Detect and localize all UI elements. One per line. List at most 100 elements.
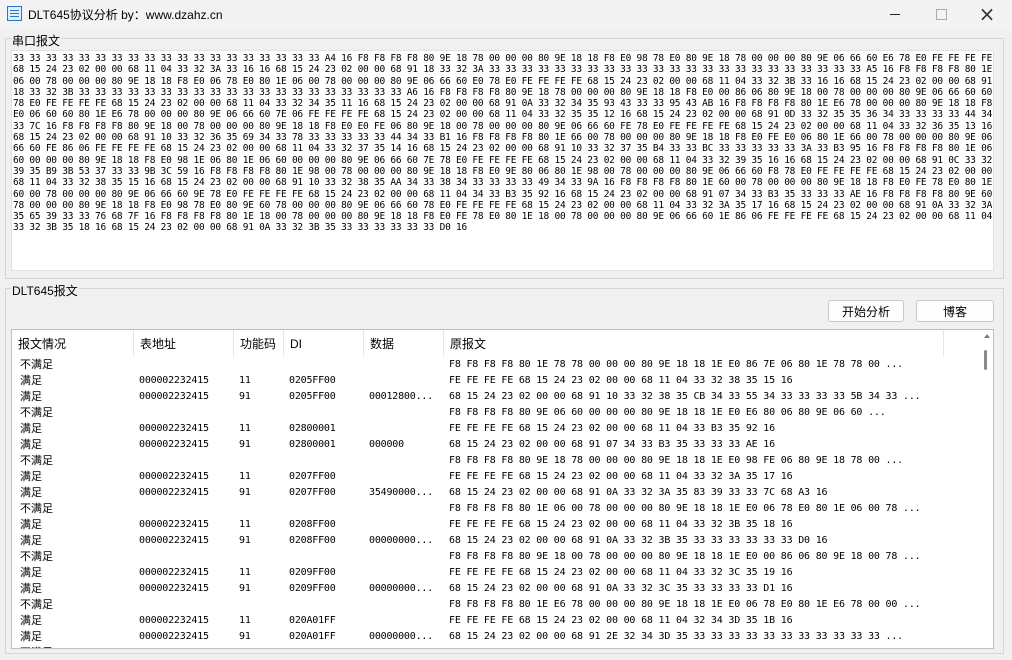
row-raw: 68 15 24 23 02 00 00 68 91 10 33 32 38 3… — [449, 391, 921, 402]
row-address: 000002232415 — [139, 567, 209, 578]
table-row[interactable]: 满足 000002232415 91 0208FF00 00000000... 68 15… — [12, 533, 972, 549]
column-header-function-code[interactable]: 功能码 — [234, 330, 284, 357]
table-row[interactable]: 满足 000002232415 11 020A01FF FE FE FE FE 68 1… — [12, 613, 972, 629]
row-status: 满足 — [20, 519, 42, 531]
row-function-code: 11 — [239, 567, 251, 578]
row-di: 0207FF00 — [289, 487, 336, 498]
row-function-code: 11 — [239, 519, 251, 530]
row-status: 满足 — [20, 423, 42, 435]
row-raw: F8 F8 F8 F8 80 1E E6 78 00 00 00 80 9E 1… — [449, 599, 921, 610]
table-row[interactable]: 满足 000002232415 11 0207FF00 FE FE FE FE 68 1… — [12, 469, 972, 485]
row-data: 000000 — [369, 439, 404, 450]
table-row[interactable]: 不满足 F8 F8 F8 F8 80 1E 06 00 78 00 00 00 8… — [12, 501, 972, 517]
serial-group-label: 串口报文 — [11, 32, 62, 49]
row-status: 不满足 — [20, 407, 53, 419]
table-row[interactable]: 不满足 F8 F8 F8 F8 80 1E 78 78 00 00 00 80 9… — [12, 357, 972, 373]
row-address: 000002232415 — [139, 583, 209, 594]
column-header-address[interactable]: 表地址 — [134, 330, 234, 357]
row-address: 000002232415 — [139, 439, 209, 450]
row-raw: FE FE FE FE 68 15 24 23 02 00 00 68 11 0… — [449, 471, 793, 482]
row-address: 000002232415 — [139, 615, 209, 626]
row-raw: 68 15 24 23 02 00 00 68 91 0A 33 32 3B 3… — [449, 535, 828, 546]
row-function-code: 91 — [239, 631, 251, 642]
table-row[interactable]: 不满足 F8 F8 F8 F8 80 9E 06 60 00 00 00 80 9… — [12, 405, 972, 421]
row-status: 满足 — [20, 631, 42, 643]
table-body: 不满足 F8 F8 F8 F8 80 1E 78 78 00 00 00 80 9… — [12, 357, 972, 648]
row-raw: F8 F8 F8 F8 80 9E 18 00 78 00 00 00 80 9… — [449, 551, 921, 562]
row-status: 满足 — [20, 471, 42, 483]
table-row[interactable]: 不满足 F8 F8 F8 F8 80 9E 18 78 00 00 00 80 9… — [12, 453, 972, 469]
row-function-code: 11 — [239, 375, 251, 386]
row-address: 000002232415 — [139, 391, 209, 402]
table-row[interactable]: 不满足 F8 F8 F8 F8 80 9E 18 00 78 00 00 00 8… — [12, 549, 972, 565]
row-function-code: 11 — [239, 423, 251, 434]
row-raw: F8 F8 F8 F8 80 1E 78 78 00 00 00 80 9E 1… — [449, 359, 903, 370]
row-di: 0208FF00 — [289, 535, 336, 546]
serial-textbox[interactable]: 33 33 33 33 33 33 33 33 33 33 33 33 33 3… — [11, 50, 994, 271]
row-status: 不满足 — [20, 503, 53, 515]
message-table[interactable]: 报文情况 表地址 功能码 DI 数据 原报文 不满足 F8 F8 F8 F8 80… — [11, 329, 994, 649]
row-di: 0205FF00 — [289, 375, 336, 386]
row-di: 020A01FF — [289, 615, 336, 626]
minimize-button[interactable] — [872, 0, 918, 28]
row-di: 0209FF00 — [289, 583, 336, 594]
row-address: 000002232415 — [139, 487, 209, 498]
row-address: 000002232415 — [139, 631, 209, 642]
table-row[interactable]: 满足 000002232415 11 0208FF00 FE FE FE FE 68 1… — [12, 517, 972, 533]
row-status: 满足 — [20, 375, 42, 387]
table-scrollbar[interactable] — [980, 348, 992, 646]
row-data: 00000000... — [369, 535, 434, 546]
serial-text: 33 33 33 33 33 33 33 33 33 33 33 33 33 3… — [13, 53, 993, 234]
column-header-raw[interactable]: 原报文 — [444, 330, 944, 357]
table-row[interactable]: 满足 000002232415 91 0205FF00 00012800... 68 15… — [12, 389, 972, 405]
row-raw: F8 F8 F8 F8 80 9E 06 60 00 00 00 80 9E 1… — [449, 407, 886, 418]
row-data: 00000000... — [369, 583, 434, 594]
maximize-button[interactable] — [918, 0, 964, 28]
column-header-status[interactable]: 报文情况 — [12, 330, 134, 357]
row-data: 35490000... — [369, 487, 434, 498]
table-row[interactable]: 满足 000002232415 91 0207FF00 35490000... 68 15… — [12, 485, 972, 501]
row-raw: FE FE FE FE 68 15 24 23 02 00 00 68 11 0… — [449, 375, 793, 386]
row-address: 000002232415 — [139, 471, 209, 482]
scroll-up-icon[interactable] — [984, 334, 990, 338]
row-di: 0207FF00 — [289, 471, 336, 482]
start-analysis-button[interactable]: 开始分析 — [828, 300, 904, 322]
row-status: 满足 — [20, 615, 42, 627]
row-di: 020A01FF — [289, 631, 336, 642]
row-di: 0209FF00 — [289, 567, 336, 578]
row-function-code: 91 — [239, 439, 251, 450]
minimize-icon — [890, 13, 900, 15]
table-row[interactable]: 满足 000002232415 91 0209FF00 00000000... 68 15… — [12, 581, 972, 597]
row-address: 000002232415 — [139, 519, 209, 530]
table-row[interactable]: 满足 000002232415 11 0205FF00 FE FE FE FE 68 1… — [12, 373, 972, 389]
table-row[interactable]: 满足 000002232415 91 020A01FF 00000000... 68 15… — [12, 629, 972, 645]
blog-button[interactable]: 博客 — [916, 300, 994, 322]
scrollbar-thumb[interactable] — [984, 350, 987, 370]
table-row[interactable]: 满足 000002232415 11 0209FF00 FE FE FE FE 68 1… — [12, 565, 972, 581]
table-row[interactable]: 不满足 F8 F8 F8 F8 80 1E E6 78 00 00 00 80 9… — [12, 597, 972, 613]
row-status: 不满足 — [20, 551, 53, 563]
table-row[interactable]: 满足 000002232415 91 02800001 000000 68 15 24 2… — [12, 437, 972, 453]
row-status: 满足 — [20, 583, 42, 595]
column-header-di[interactable]: DI — [284, 330, 364, 357]
row-status: 不满足 — [20, 599, 53, 611]
row-raw: FE FE FE FE 68 15 24 23 02 00 00 68 11 0… — [449, 567, 793, 578]
row-data: 00000000... — [369, 631, 434, 642]
row-function-code: 91 — [239, 391, 251, 402]
row-di: 02800001 — [289, 439, 336, 450]
row-raw: FE FE FE FE 68 15 24 23 02 00 00 68 11 0… — [449, 519, 793, 530]
close-button[interactable]: × — [964, 0, 1010, 28]
maximize-icon — [935, 8, 947, 20]
title-bar: DLT645协议分析 by：www.dzahz.cn × — [0, 0, 1012, 28]
row-status: 满足 — [20, 391, 42, 403]
row-di: 0208FF00 — [289, 519, 336, 530]
row-raw: FE FE FE FE 68 15 24 23 02 00 00 68 11 0… — [449, 615, 793, 626]
close-icon: × — [978, 2, 996, 26]
row-raw: 68 15 24 23 02 00 00 68 91 0A 33 32 3A 3… — [449, 487, 828, 498]
table-row[interactable]: 满足 000002232415 11 02800001 FE FE FE FE 68 1… — [12, 421, 972, 437]
table-row[interactable]: 不满足 — [12, 645, 972, 648]
row-status: 不满足 — [20, 455, 53, 467]
row-address: 000002232415 — [139, 423, 209, 434]
row-status: 满足 — [20, 439, 42, 451]
column-header-data[interactable]: 数据 — [364, 330, 444, 357]
